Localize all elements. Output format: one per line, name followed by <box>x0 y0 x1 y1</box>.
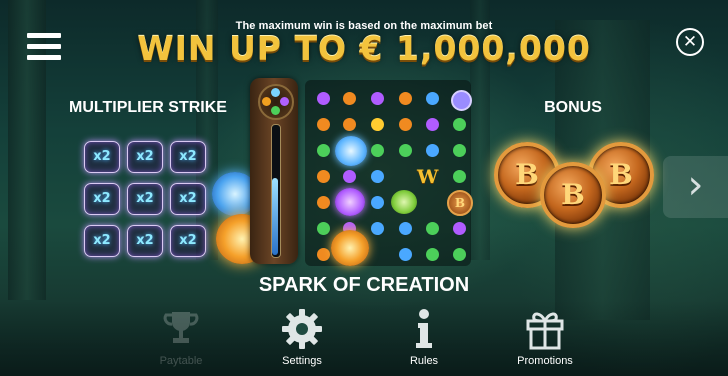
multiplier-cell: x2 <box>170 183 206 215</box>
nav-settings[interactable]: Settings <box>257 308 347 367</box>
wild-symbol: W <box>417 166 439 188</box>
green-gem-symbol <box>317 222 330 235</box>
element-orb <box>258 84 294 120</box>
blue-gem-symbol <box>371 170 384 183</box>
blue-gem-symbol <box>399 222 412 235</box>
nav-promotions-label: Promotions <box>517 355 573 367</box>
lightning-symbol <box>371 118 384 131</box>
fire-spirit-symbol <box>331 230 369 266</box>
purple-gem-symbol <box>343 170 356 183</box>
orange-gem-symbol <box>317 248 330 261</box>
blue-gem-symbol <box>426 144 439 157</box>
purple-gem-symbol <box>317 92 330 105</box>
close-icon: ✕ <box>682 32 698 52</box>
green-gem-symbol <box>399 144 412 157</box>
nav-promotions[interactable]: Promotions <box>500 308 590 367</box>
green-gem-symbol <box>317 144 330 157</box>
multiplier-cell: x2 <box>170 141 206 173</box>
multiplier-cell: x2 <box>127 225 163 257</box>
orange-gem-symbol <box>399 118 412 131</box>
water-spirit-symbol <box>335 136 367 166</box>
close-button[interactable]: ✕ <box>676 28 704 56</box>
green-gem-symbol <box>426 248 439 261</box>
purple-gem-symbol <box>453 222 466 235</box>
multiplier-cell: x2 <box>84 141 120 173</box>
portal-symbol <box>451 90 472 111</box>
chevron-right-icon: › <box>687 162 704 208</box>
earth-spirit-symbol <box>391 190 417 214</box>
power-gauge-fill <box>272 178 278 255</box>
hamburger-line <box>27 55 61 60</box>
orange-gem-symbol <box>343 92 356 105</box>
purple-gem-symbol <box>426 118 439 131</box>
orange-gem-symbol <box>343 118 356 131</box>
gem <box>271 106 280 115</box>
multiplier-cell: x2 <box>170 225 206 257</box>
orange-gem-symbol <box>317 170 330 183</box>
purple-gem-symbol <box>371 92 384 105</box>
multiplier-cell: x2 <box>84 225 120 257</box>
nav-rules-label: Rules <box>409 355 439 367</box>
hamburger-line <box>27 44 61 49</box>
bonus-symbol: B <box>447 190 473 216</box>
green-gem-symbol <box>371 144 384 157</box>
gift-icon <box>526 312 564 350</box>
nav-rules[interactable]: Rules <box>379 308 469 367</box>
blue-gem-symbol <box>371 222 384 235</box>
max-win-headline: WIN UP TO € 1,000,000 <box>137 29 591 68</box>
nav-backdrop <box>0 300 728 376</box>
multiplier-cell: x2 <box>84 183 120 215</box>
green-gem-symbol <box>453 144 466 157</box>
orange-gem-symbol <box>317 118 330 131</box>
blue-gem-symbol <box>371 196 384 209</box>
blue-gem-symbol <box>399 248 412 261</box>
nav-paytable-label: Paytable <box>159 355 203 367</box>
purple-spirit-symbol <box>335 188 365 216</box>
info-icon <box>416 309 432 348</box>
orange-gem-symbol <box>317 196 330 209</box>
nav-settings-label: Settings <box>282 355 322 367</box>
bonus-title: BONUS <box>544 99 602 116</box>
green-gem-symbol <box>453 118 466 131</box>
green-gem-symbol <box>453 248 466 261</box>
gem <box>271 88 280 97</box>
multiplier-cell: x2 <box>127 141 163 173</box>
hamburger-icon <box>27 33 61 38</box>
next-page-button[interactable]: › <box>663 156 728 218</box>
reel-symbols: W B <box>305 80 473 266</box>
bonus-coin: B <box>540 162 606 228</box>
multiplier-cell: x2 <box>127 183 163 215</box>
blue-gem-symbol <box>426 92 439 105</box>
multiplier-strike-title: MULTIPLIER STRIKE <box>69 99 227 116</box>
gem <box>280 97 289 106</box>
menu-button[interactable] <box>27 33 61 63</box>
green-gem-symbol <box>426 222 439 235</box>
orange-gem-symbol <box>399 92 412 105</box>
gem <box>262 97 271 106</box>
green-gem-symbol <box>453 170 466 183</box>
trophy-icon <box>163 312 199 343</box>
gear-icon <box>282 309 322 349</box>
feature-title: SPARK OF CREATION <box>258 274 470 296</box>
nav-paytable[interactable]: Paytable <box>136 308 226 367</box>
